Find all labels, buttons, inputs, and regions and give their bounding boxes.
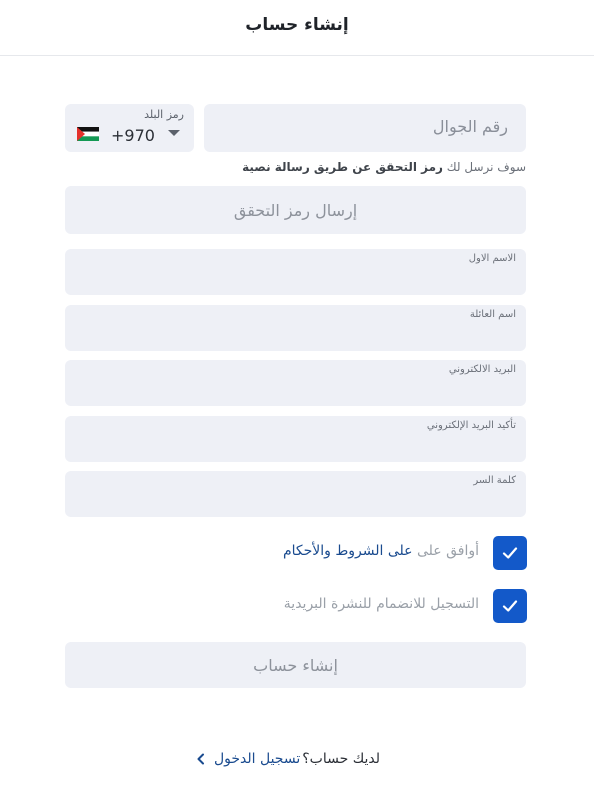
terms-row: أوافق على على الشروط والأحكام (0, 536, 527, 572)
create-account-button[interactable]: إنشاء حساب (65, 642, 526, 688)
password-label: كلمة السر (473, 475, 516, 486)
checkmark-icon (502, 600, 518, 612)
password-field[interactable]: كلمة السر (65, 471, 526, 517)
first-name-label: الاسم الاول (468, 253, 516, 264)
send-code-label: إرسال رمز التحقق (233, 200, 358, 220)
email-label: البريد الالكتروني (448, 364, 516, 375)
email-confirm-label: تأكيد البريد الإلكتروني (426, 420, 516, 431)
email-field[interactable]: البريد الالكتروني (65, 360, 526, 406)
first-name-field[interactable]: الاسم الاول (65, 249, 526, 295)
create-account-label: إنشاء حساب (253, 655, 338, 675)
page-header: إنشاء حساب (0, 0, 594, 56)
login-question: لديك حساب؟ (302, 751, 380, 767)
chevron-down-icon (168, 130, 180, 136)
page-title: إنشاء حساب (245, 14, 349, 35)
phone-placeholder: رقم الجوال (432, 117, 508, 136)
last-name-field[interactable]: اسم العائلة (65, 305, 526, 351)
palestine-flag-icon (77, 127, 99, 141)
phone-number-input[interactable]: رقم الجوال (204, 104, 526, 152)
login-prompt: لديك حساب؟ تسجيل الدخول (170, 748, 380, 770)
sms-hint-prefix: سوف نرسل لك (446, 160, 526, 174)
sms-hint: سوف نرسل لك رمز التحقق عن طريق رسالة نصي… (65, 160, 526, 174)
newsletter-checkbox[interactable] (493, 589, 527, 623)
country-code-select[interactable]: رمز البلد +970 (65, 104, 194, 152)
send-code-button[interactable]: إرسال رمز التحقق (65, 186, 526, 234)
chevron-left-icon (196, 753, 206, 765)
checkmark-icon (502, 547, 518, 559)
newsletter-row: التسجيل للانضمام للنشرة البريدية (0, 589, 527, 625)
country-code-value: +970 (111, 126, 155, 145)
last-name-label: اسم العائلة (469, 309, 516, 320)
terms-label: أوافق على على الشروط والأحكام (283, 543, 479, 559)
country-code-label: رمز البلد (144, 108, 184, 121)
email-confirm-field[interactable]: تأكيد البريد الإلكتروني (65, 416, 526, 462)
terms-link[interactable]: على الشروط والأحكام (283, 543, 413, 559)
terms-checkbox[interactable] (493, 536, 527, 570)
terms-prefix: أوافق على (416, 543, 479, 559)
login-link[interactable]: تسجيل الدخول (214, 751, 300, 767)
sms-hint-bold: رمز التحقق عن طريق رسالة نصية (242, 160, 443, 174)
newsletter-label: التسجيل للانضمام للنشرة البريدية (283, 596, 479, 612)
